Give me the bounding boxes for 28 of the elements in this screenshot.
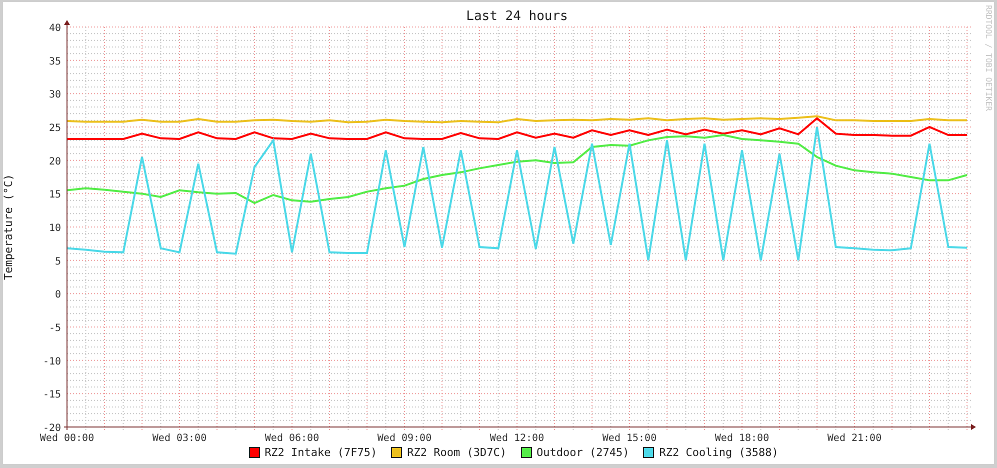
axis-label: -5	[48, 323, 61, 334]
axis-label: 10	[48, 223, 61, 234]
axis-label: 5	[54, 256, 61, 268]
axis-label: Wed 18:00	[714, 433, 770, 444]
axis-label: Wed 00:00	[40, 433, 94, 444]
axis-label: Wed 06:00	[264, 433, 320, 444]
axis-label: -10	[42, 356, 61, 368]
axis-label: 40	[48, 23, 61, 34]
legend-label: RZ2 Intake (7F75)	[264, 446, 378, 459]
legend-label: RZ2 Room (3D7C)	[407, 446, 506, 459]
legend-label: RZ2 Cooling (3588)	[659, 446, 778, 459]
axis-label: -20	[42, 423, 61, 434]
axis-label: -15	[42, 390, 61, 401]
axis-label: Wed 03:00	[152, 433, 207, 444]
axis-label: Wed 09:00	[377, 433, 432, 444]
legend-label: Outdoor (2745)	[536, 446, 630, 459]
credit-label: RRDTOOL / TOBI OETIKER	[984, 5, 993, 111]
axis-label: 30	[48, 90, 61, 101]
axis-title: Temperature (°C)	[3, 174, 15, 280]
axis-label: Wed 21:00	[827, 433, 882, 444]
chart-title: Last 24 hours	[466, 9, 568, 24]
axis-label: 15	[48, 190, 61, 201]
axis-label: Wed 15:00	[602, 433, 657, 444]
axis-label: Wed 12:00	[490, 433, 544, 444]
axis-label: 35	[48, 56, 61, 68]
axis-label: 20	[48, 156, 61, 168]
axis-label: 0	[54, 290, 61, 301]
axis-label: 25	[48, 123, 61, 134]
